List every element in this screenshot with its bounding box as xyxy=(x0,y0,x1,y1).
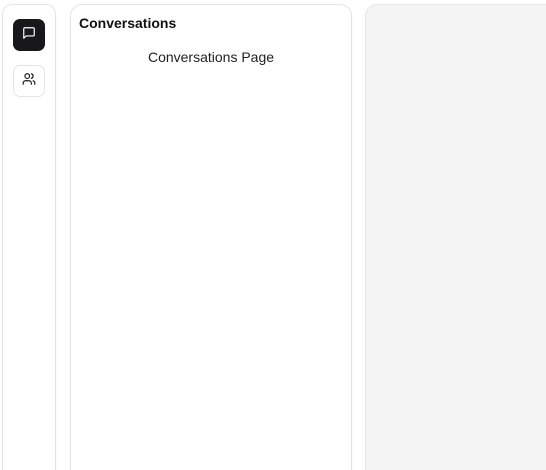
conversations-page-text: Conversations Page xyxy=(147,49,275,65)
app-root: Conversations Conversations Page xyxy=(0,0,546,470)
users-icon xyxy=(22,72,36,91)
nav-rail xyxy=(2,4,56,470)
nav-conversations-button[interactable] xyxy=(13,19,45,51)
message-square-icon xyxy=(22,26,36,45)
conversations-panel: Conversations Conversations Page xyxy=(70,4,352,470)
page-title: Conversations xyxy=(79,15,177,31)
detail-panel xyxy=(365,4,546,470)
nav-contacts-button[interactable] xyxy=(13,65,45,97)
